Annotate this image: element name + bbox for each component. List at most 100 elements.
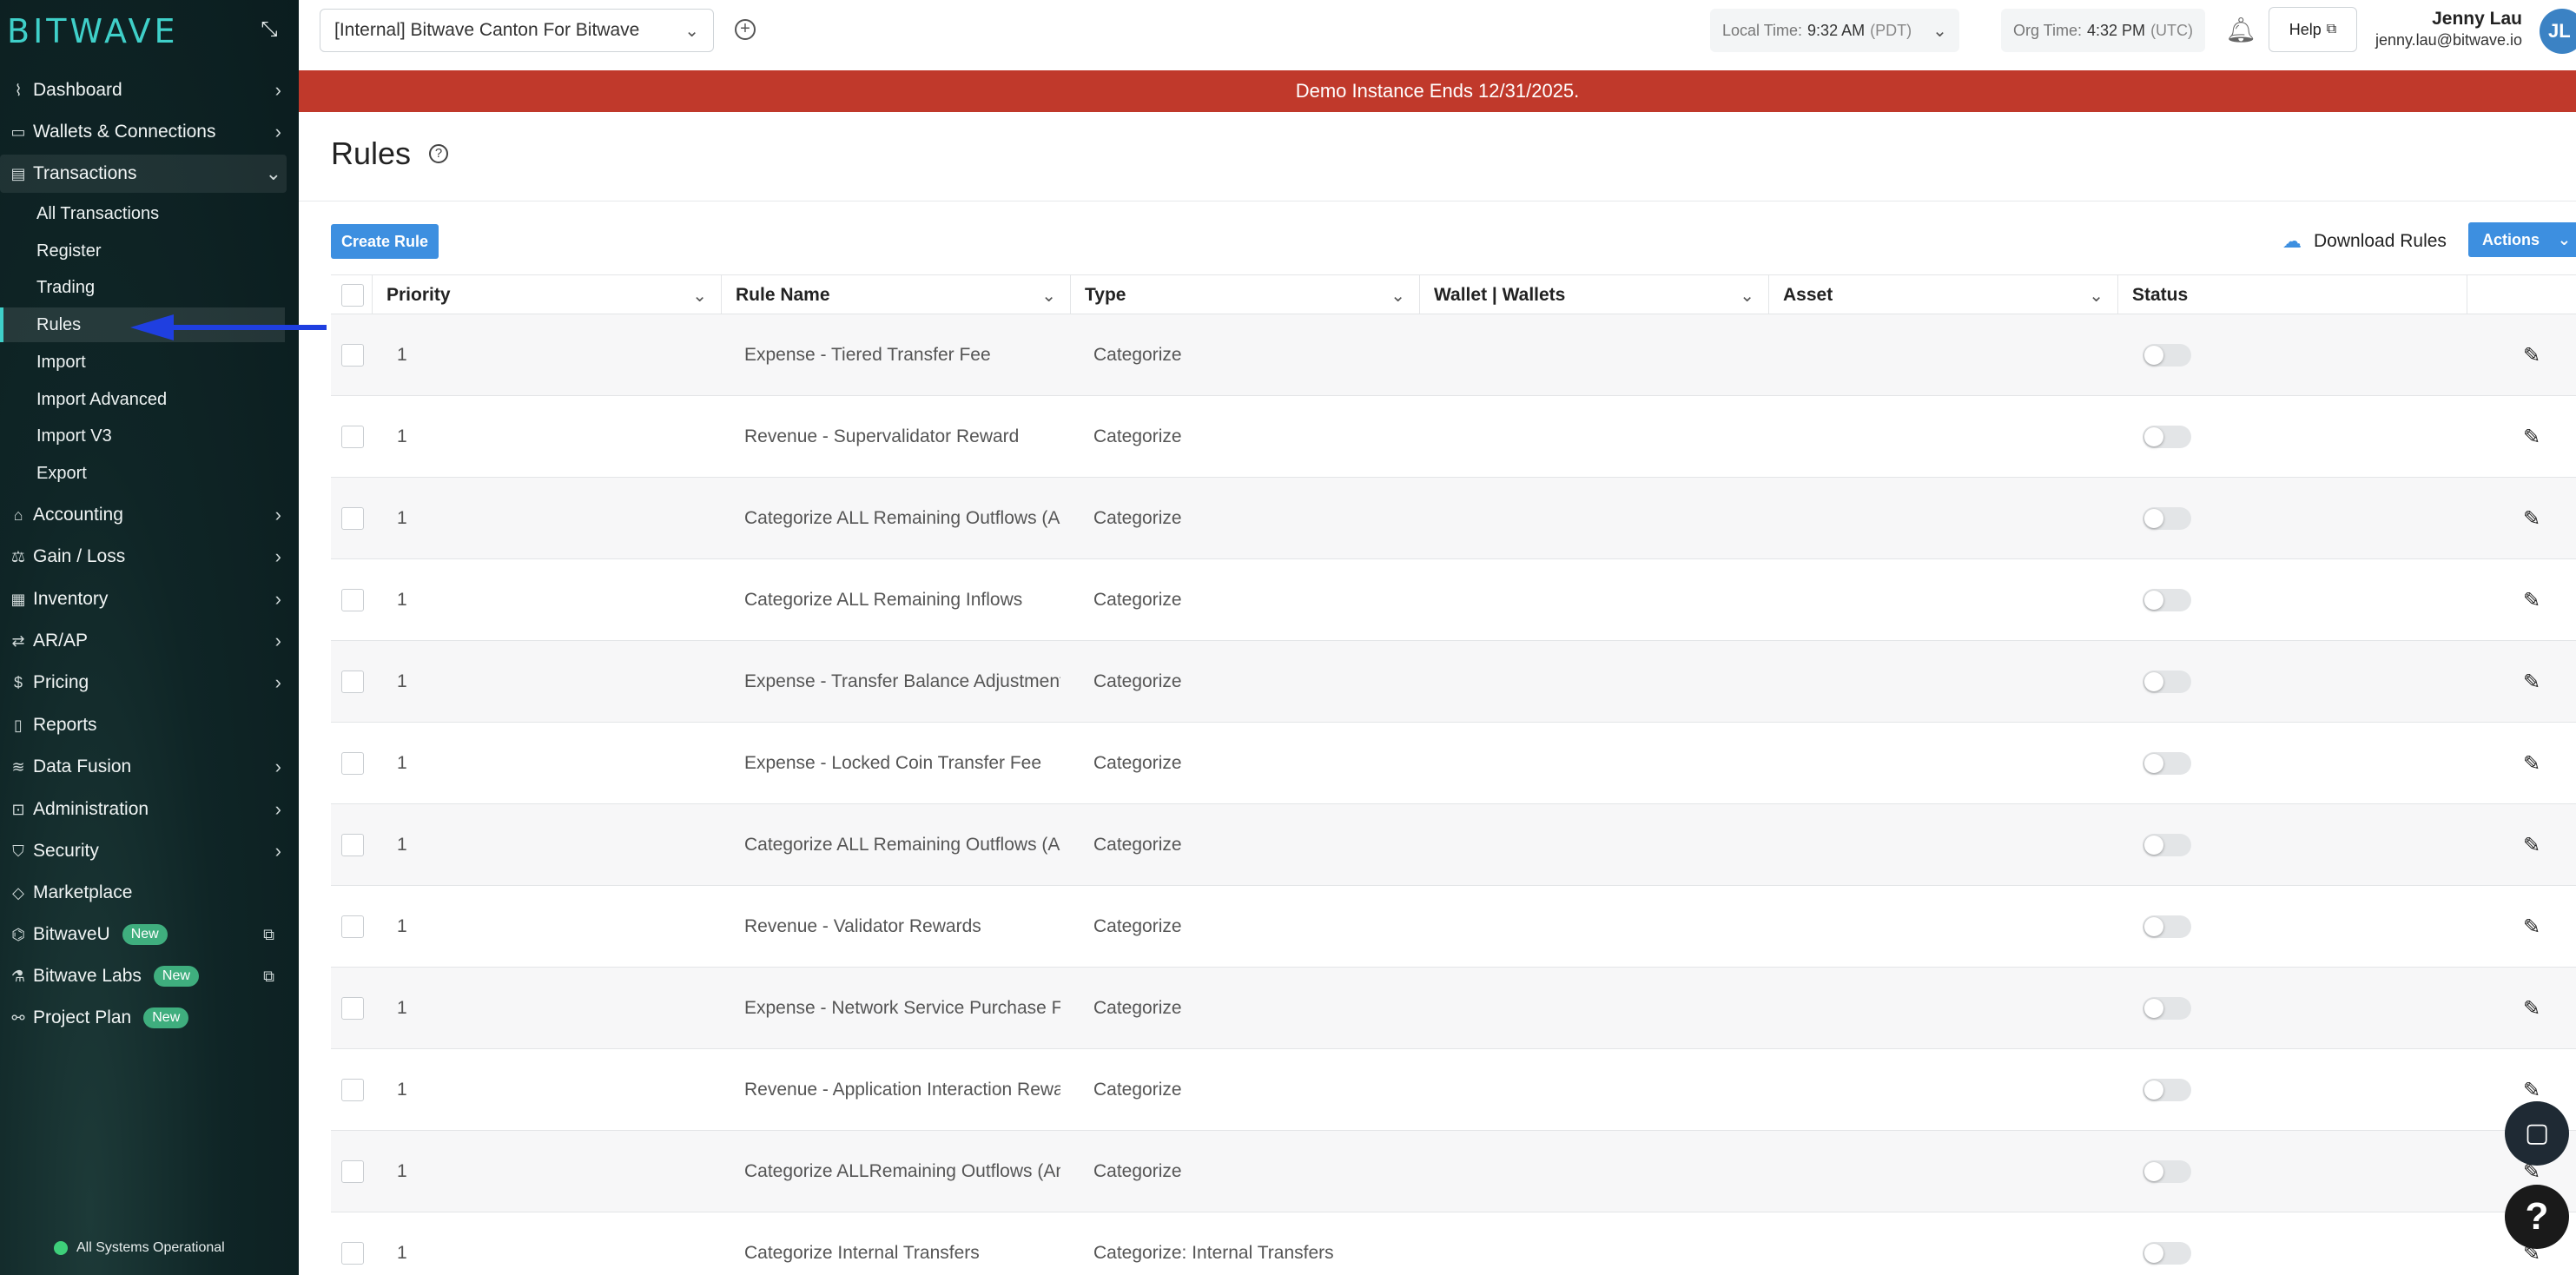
sidebar-sub-export[interactable]: Export bbox=[0, 456, 285, 491]
column-header-priority[interactable]: Priority ⌄ bbox=[373, 275, 722, 315]
pencil-icon[interactable]: ✎ bbox=[2523, 833, 2540, 858]
sidebar-item-dashboard[interactable]: ⌇ Dashboard › bbox=[0, 71, 287, 109]
collapse-sidebar-icon[interactable]: ⤡ bbox=[257, 17, 281, 42]
status-toggle[interactable] bbox=[2143, 589, 2191, 611]
status-toggle[interactable] bbox=[2143, 507, 2191, 530]
pencil-icon[interactable]: ✎ bbox=[2523, 1078, 2540, 1103]
status-toggle[interactable] bbox=[2143, 834, 2191, 856]
row-checkbox[interactable] bbox=[341, 589, 364, 611]
pencil-icon[interactable]: ✎ bbox=[2523, 588, 2540, 613]
sidebar-sub-trading[interactable]: Trading bbox=[0, 270, 285, 305]
rule-name-cell[interactable]: Categorize ALL Remaining Outflows (Ar bbox=[744, 478, 1060, 559]
org-select[interactable]: [Internal] Bitwave Canton For Bitwave ⌄ bbox=[320, 9, 714, 52]
status-toggle[interactable] bbox=[2143, 344, 2191, 367]
local-time-select[interactable]: Local Time: 9:32 AM (PDT) ⌄ bbox=[1710, 9, 1959, 52]
sidebar-item-project-plan[interactable]: ⚯ Project Plan New bbox=[0, 999, 287, 1037]
sidebar-item-gain-loss[interactable]: ⚖ Gain / Loss › bbox=[0, 538, 287, 576]
row-checkbox[interactable] bbox=[341, 997, 364, 1020]
row-checkbox[interactable] bbox=[341, 671, 364, 693]
status-toggle[interactable] bbox=[2143, 426, 2191, 448]
sidebar-item-bitwaveu[interactable]: ⌬ BitwaveU New ⧉ bbox=[0, 915, 287, 954]
row-checkbox[interactable] bbox=[341, 1242, 364, 1265]
rule-name-cell[interactable]: Expense - Tiered Transfer Fee bbox=[744, 314, 1060, 396]
column-header-type[interactable]: Type ⌄ bbox=[1071, 275, 1420, 315]
pencil-icon[interactable]: ✎ bbox=[2523, 751, 2540, 776]
row-checkbox[interactable] bbox=[341, 1160, 364, 1183]
sidebar-item-pricing[interactable]: $ Pricing › bbox=[0, 664, 287, 702]
sidebar-item-reports[interactable]: ▯ Reports bbox=[0, 706, 287, 744]
pencil-icon[interactable]: ✎ bbox=[2523, 343, 2540, 368]
sidebar-sub-import-advanced[interactable]: Import Advanced bbox=[0, 382, 285, 417]
table-row[interactable]: 1 Revenue - Supervalidator Reward Categori… bbox=[331, 396, 2576, 478]
row-checkbox[interactable] bbox=[341, 507, 364, 530]
status-toggle[interactable] bbox=[2143, 752, 2191, 775]
row-checkbox[interactable] bbox=[341, 915, 364, 938]
row-checkbox[interactable] bbox=[341, 1079, 364, 1101]
table-row[interactable]: 1 Expense - Locked Coin Transfer Fee Categ… bbox=[331, 723, 2576, 804]
rule-name-cell[interactable]: Expense - Network Service Purchase Fe bbox=[744, 968, 1060, 1049]
user-name[interactable]: Jenny Lau bbox=[2366, 9, 2522, 30]
rule-name-cell[interactable]: Revenue - Supervalidator Reward bbox=[744, 396, 1060, 478]
chat-icon[interactable]: ▢ bbox=[2505, 1101, 2569, 1166]
sidebar-sub-all-transactions[interactable]: All Transactions bbox=[0, 196, 285, 231]
row-checkbox[interactable] bbox=[341, 344, 364, 367]
sidebar-item-bitwave-labs[interactable]: ⚗ Bitwave Labs New ⧉ bbox=[0, 957, 287, 995]
add-org-icon[interactable]: + bbox=[735, 19, 756, 40]
rule-name-cell[interactable]: Expense - Transfer Balance Adjustment bbox=[744, 641, 1060, 723]
status-toggle[interactable] bbox=[2143, 997, 2191, 1020]
rule-name-cell[interactable]: Revenue - Validator Rewards bbox=[744, 886, 1060, 968]
actions-button[interactable]: Actions ⌄ bbox=[2468, 222, 2576, 257]
rule-name-cell[interactable]: Categorize Internal Transfers bbox=[744, 1212, 1060, 1275]
sidebar-item-administration[interactable]: ⊡ Administration › bbox=[0, 790, 287, 829]
table-row[interactable]: 1 Categorize ALL Remaining Outflows (Ar Ca… bbox=[331, 478, 2576, 559]
pencil-icon[interactable]: ✎ bbox=[2523, 915, 2540, 940]
sidebar-item-transactions[interactable]: ▤ Transactions ⌄ bbox=[0, 155, 287, 193]
download-rules-link[interactable]: ☁ Download Rules bbox=[2282, 228, 2447, 255]
status-toggle[interactable] bbox=[2143, 1160, 2191, 1183]
pencil-icon[interactable]: ✎ bbox=[2523, 670, 2540, 695]
table-row[interactable]: 1 Categorize Internal Transfers Categorize… bbox=[331, 1212, 2576, 1275]
column-header-rule-name[interactable]: Rule Name ⌄ bbox=[722, 275, 1071, 315]
sidebar-item-marketplace[interactable]: ◇ Marketplace bbox=[0, 874, 287, 912]
sidebar-sub-register[interactable]: Register bbox=[0, 234, 285, 268]
table-row[interactable]: 1 Revenue - Application Interaction Rewa C… bbox=[331, 1049, 2576, 1131]
column-header-wallets[interactable]: Wallet | Wallets ⌄ bbox=[1420, 275, 1769, 315]
table-row[interactable]: 1 Revenue - Validator Rewards Categorize ✎ bbox=[331, 886, 2576, 968]
sidebar-item-data-fusion[interactable]: ≋ Data Fusion › bbox=[0, 748, 287, 786]
table-row[interactable]: 1 Expense - Transfer Balance Adjustment Ca… bbox=[331, 641, 2576, 723]
row-checkbox[interactable] bbox=[341, 752, 364, 775]
system-status[interactable]: All Systems Operational bbox=[54, 1240, 225, 1256]
table-row[interactable]: 1 Categorize ALLRemaining Outflows (An Cat… bbox=[331, 1131, 2576, 1212]
sidebar-item-wallets[interactable]: ▭ Wallets & Connections › bbox=[0, 113, 287, 151]
table-row[interactable]: 1 Expense - Network Service Purchase Fe Ca… bbox=[331, 968, 2576, 1049]
status-toggle[interactable] bbox=[2143, 1079, 2191, 1101]
column-header-asset[interactable]: Asset ⌄ bbox=[1769, 275, 2118, 315]
rule-name-cell[interactable]: Categorize ALL Remaining Outflows (Ar bbox=[744, 804, 1060, 886]
rule-name-cell[interactable]: Revenue - Application Interaction Rewa bbox=[744, 1049, 1060, 1131]
pencil-icon[interactable]: ✎ bbox=[2523, 506, 2540, 532]
rule-name-cell[interactable]: Categorize ALL Remaining Inflows bbox=[744, 559, 1060, 641]
bell-icon[interactable]: 🔔︎ bbox=[2225, 16, 2256, 47]
question-circle-icon[interactable]: ? bbox=[429, 144, 448, 163]
sidebar-item-accounting[interactable]: ⌂ Accounting › bbox=[0, 496, 287, 534]
status-toggle[interactable] bbox=[2143, 1242, 2191, 1265]
rule-name-cell[interactable]: Expense - Locked Coin Transfer Fee bbox=[744, 723, 1060, 804]
table-row[interactable]: 1 Expense - Tiered Transfer Fee Categorize… bbox=[331, 314, 2576, 396]
sidebar-item-inventory[interactable]: ▦ Inventory › bbox=[0, 580, 287, 618]
table-row[interactable]: 1 Categorize ALL Remaining Outflows (Ar Ca… bbox=[331, 804, 2576, 886]
row-checkbox[interactable] bbox=[341, 834, 364, 856]
pencil-icon[interactable]: ✎ bbox=[2523, 425, 2540, 450]
create-rule-button[interactable]: Create Rule bbox=[331, 224, 439, 259]
sidebar-sub-import-v3[interactable]: Import V3 bbox=[0, 419, 285, 453]
pencil-icon[interactable]: ✎ bbox=[2523, 996, 2540, 1021]
row-checkbox[interactable] bbox=[341, 426, 364, 448]
bitwave-logo[interactable]: BITWAVE bbox=[7, 12, 179, 50]
table-row[interactable]: 1 Categorize ALL Remaining Inflows Categor… bbox=[331, 559, 2576, 641]
rule-name-cell[interactable]: Categorize ALLRemaining Outflows (An bbox=[744, 1131, 1060, 1212]
sidebar-item-ar-ap[interactable]: ⇄ AR/AP › bbox=[0, 622, 287, 660]
avatar[interactable]: JL bbox=[2540, 9, 2576, 54]
status-toggle[interactable] bbox=[2143, 915, 2191, 938]
select-all-checkbox[interactable] bbox=[341, 284, 364, 307]
status-toggle[interactable] bbox=[2143, 671, 2191, 693]
sidebar-item-security[interactable]: ⛉ Security › bbox=[0, 832, 287, 870]
